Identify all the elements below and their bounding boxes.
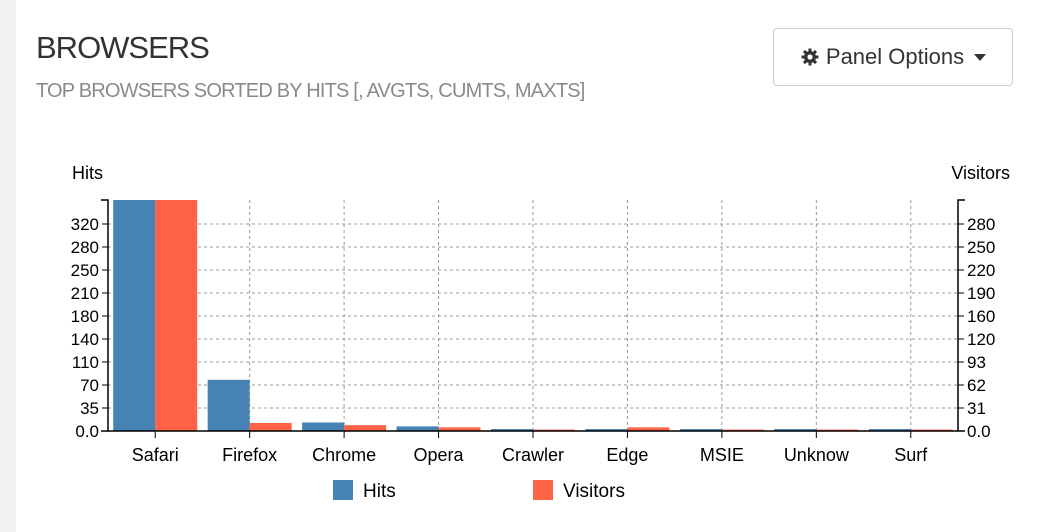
left-axis-tick-label: 210 (71, 284, 99, 303)
left-axis-tick-label: 320 (71, 215, 99, 234)
right-axis-tick-label: 220 (967, 261, 995, 280)
left-axis-tick-label: 35 (80, 399, 99, 418)
left-axis-tick-label: 70 (80, 376, 99, 395)
right-axis-tick-label: 62 (967, 376, 986, 395)
x-axis-tick-label: Opera (414, 445, 465, 465)
x-axis-tick-label: Unknow (784, 445, 850, 465)
right-axis-title: Visitors (951, 163, 1010, 183)
bar-visitors-firefox (249, 422, 292, 431)
x-axis-tick-label: Chrome (312, 445, 376, 465)
left-axis-tick-label: 110 (72, 353, 99, 372)
bar-hits-safari (113, 200, 156, 431)
right-axis-tick-label: 250 (967, 238, 995, 257)
left-axis-tick-label: 180 (71, 307, 99, 326)
right-axis-tick-label: 160 (967, 307, 995, 326)
legend-swatch-visitors (533, 480, 553, 500)
bar-hits-firefox (207, 379, 250, 431)
left-axis-tick-label: 250 (71, 261, 99, 280)
left-axis-tick-label: 280 (71, 238, 99, 257)
x-axis-tick-label: MSIE (700, 445, 744, 465)
bar-visitors-safari (155, 200, 198, 431)
right-axis-tick-label: 31 (967, 399, 986, 418)
left-axis-tick-label: 0.0 (75, 422, 99, 441)
left-axis-tick-label: 140 (71, 330, 99, 349)
bar-hits-chrome (302, 422, 345, 431)
x-axis-tick-label: Safari (132, 445, 179, 465)
x-axis-tick-label: Surf (894, 445, 928, 465)
legend-label-hits: Hits (363, 481, 396, 502)
right-axis-tick-label: 280 (967, 215, 995, 234)
bar-visitors-chrome (344, 425, 387, 431)
x-axis-tick-label: Crawler (502, 445, 564, 465)
x-axis-tick-label: Edge (606, 445, 648, 465)
left-axis-title: Hits (72, 163, 103, 183)
x-axis-tick-label: Firefox (222, 445, 277, 465)
right-axis-tick-label: 0.0 (967, 422, 991, 441)
right-axis-tick-label: 120 (967, 330, 995, 349)
legend-swatch-hits (333, 480, 353, 500)
legend-label-visitors: Visitors (563, 481, 625, 502)
browsers-bar-chart: 0.0 0.0 35 31 70 62 110 93 140 120 180 160 210 190 250… (71, 163, 1010, 502)
right-axis-tick-label: 93 (967, 353, 986, 372)
right-axis-tick-label: 190 (967, 284, 995, 303)
